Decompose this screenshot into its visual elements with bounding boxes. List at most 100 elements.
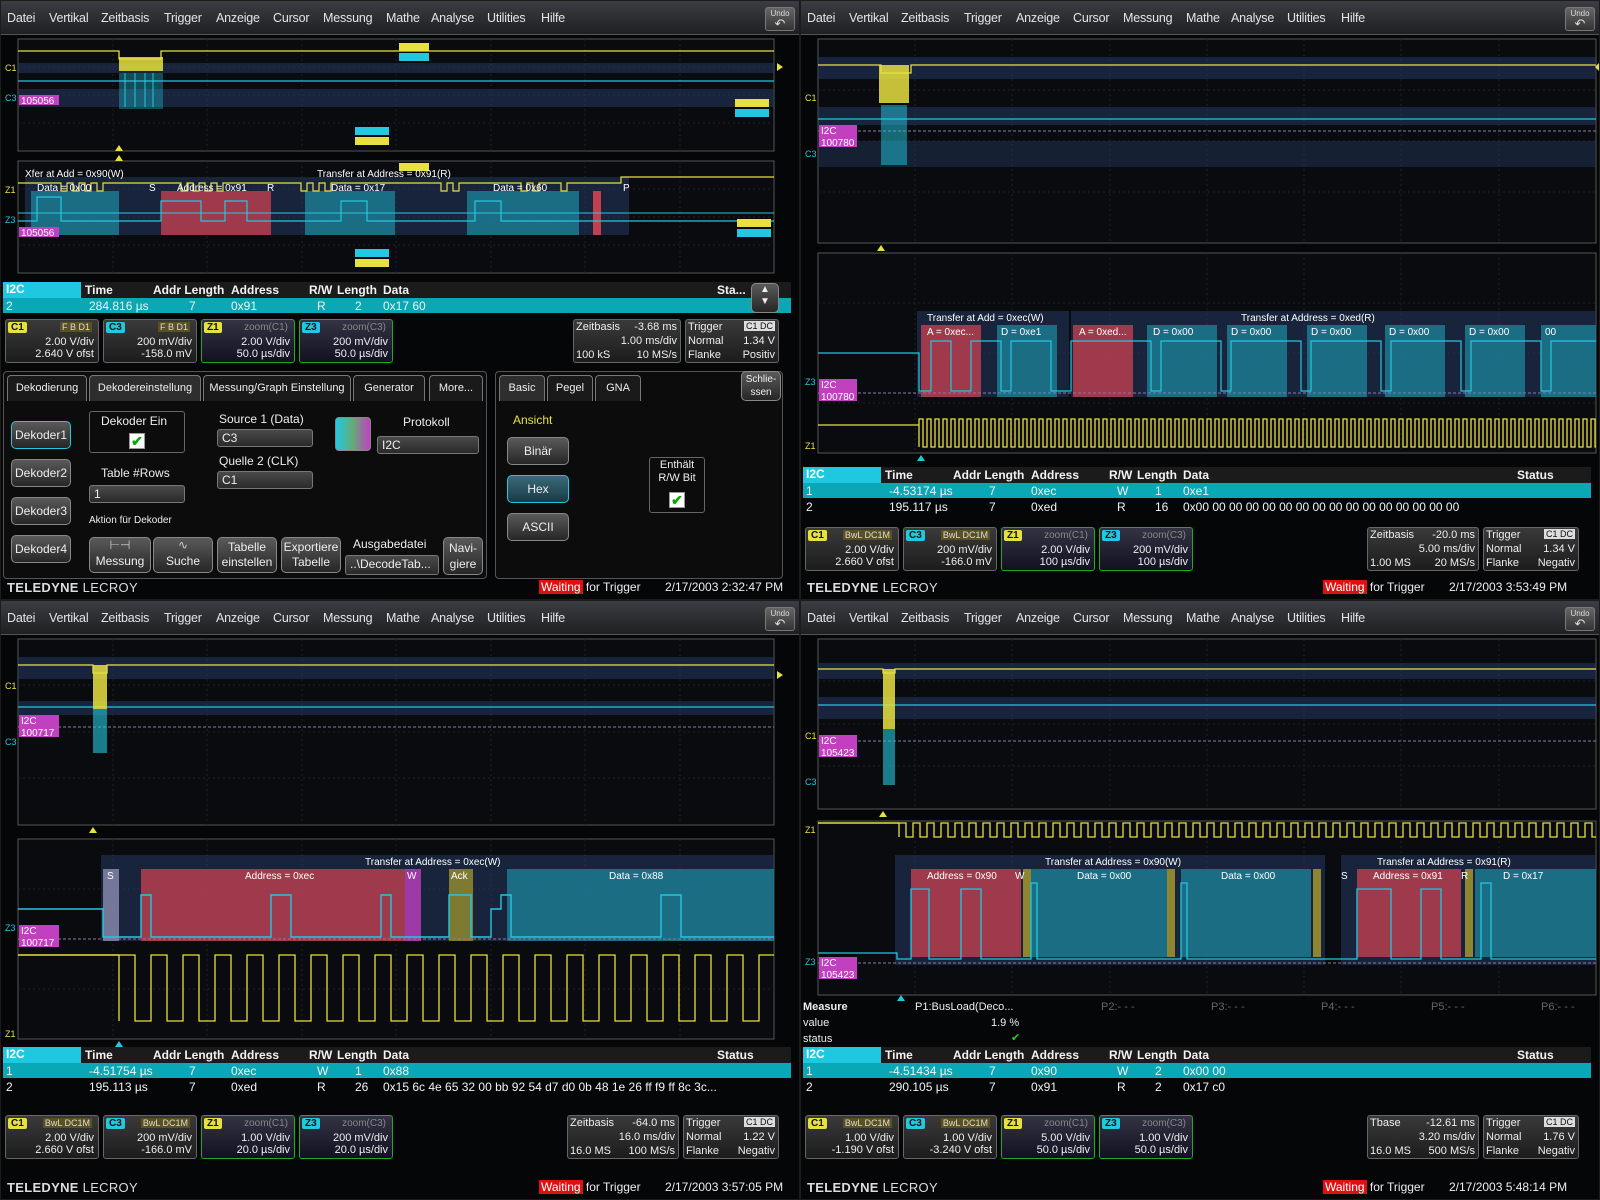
z1-marker: Z1 bbox=[5, 185, 16, 195]
navigate-button[interactable]: Navi-giere bbox=[443, 537, 483, 575]
timebase-box[interactable]: Zeitbasis -3.68 ms 1.00 ms/div 100 kS 10… bbox=[573, 319, 681, 363]
channel-box-0[interactable]: C1 BwL DC1M 2.00 V/div 2.660 V ofst bbox=[5, 1115, 99, 1159]
th-rw: R/W bbox=[309, 283, 333, 297]
scope-pane-bottom-left: Datei Vertikal Zeitbasis Trigger Anzeige Curs… bbox=[0, 600, 800, 1200]
i2c-count-zoom: 100780 bbox=[821, 392, 855, 403]
search-action-button[interactable]: ∿ Suche bbox=[153, 537, 213, 573]
seg-data-1: Data = 0x00 bbox=[1077, 871, 1132, 882]
waveform-display: Transfer at Address = 0x90(W) Transfer a… bbox=[805, 638, 1597, 1001]
timebase-box[interactable]: Tbase -12.61 ms 3.20 ms/div 16.0 MS 500 MS/s bbox=[1367, 1115, 1479, 1159]
channel-box-1[interactable]: C3 F B D1 200 mV/div -158.0 mV bbox=[103, 319, 197, 363]
th-addr_len: Addr Length bbox=[153, 1048, 225, 1062]
trigger-box[interactable]: Trigger C1 DC Normal 1.22 V Flanke Negativ bbox=[683, 1115, 779, 1159]
tab-dekodierung[interactable]: Dekodierung bbox=[7, 375, 87, 401]
table-setup-button[interactable]: Tabelle einstellen bbox=[217, 537, 277, 573]
decoder-4-button[interactable]: Dekoder4 bbox=[11, 535, 71, 563]
p3-measure[interactable]: P3:- - - bbox=[1211, 1001, 1245, 1013]
scope-pane-top-right: Datei Vertikal Zeitbasis Trigger Anzeige Curs… bbox=[800, 0, 1600, 600]
table-rows-field[interactable]: 1 bbox=[89, 485, 185, 503]
channel-box-3[interactable]: Z3 zoom(C3) 1.00 V/div 50.0 µs/div bbox=[1099, 1115, 1193, 1159]
protocol-icon[interactable] bbox=[335, 417, 371, 451]
source1-field[interactable]: C3 bbox=[217, 429, 313, 447]
channel-box-3[interactable]: Z3 zoom(C3) 200 mV/div 50.0 µs/div bbox=[299, 319, 393, 363]
i2c-count-zoom: 105423 bbox=[821, 970, 855, 981]
i2c-count: 100717 bbox=[21, 728, 55, 739]
timestamp: 2/17/2003 3:57:05 PM bbox=[665, 1180, 784, 1194]
channel-box-1[interactable]: C3 BwL DC1M 200 mV/div -166.0 mV bbox=[903, 527, 997, 571]
table-row[interactable]: 1 -4.53174 µs 7 0xec W 1 0xe1 bbox=[803, 483, 1591, 498]
p6-measure[interactable]: P6:- - - bbox=[1541, 1001, 1575, 1013]
channel-box-3[interactable]: Z3 zoom(C3) 200 mV/div 100 µs/div bbox=[1099, 527, 1193, 571]
seg-data-3: D = 0x17 bbox=[1503, 871, 1544, 882]
measure-action-button[interactable]: ⊢⊣ Messung bbox=[89, 537, 151, 573]
seg-d-3: D = 0x00 bbox=[1231, 327, 1272, 338]
decoder-on-checkbox[interactable]: ✔ bbox=[129, 433, 145, 449]
table-row[interactable]: 2 290.105 µs 7 0x91 R 2 0x17 c0 bbox=[803, 1079, 1591, 1094]
source1-label: Source 1 (Data) bbox=[219, 412, 304, 426]
table-row[interactable]: 1 -4.51754 µs 7 0xec W 1 0x88 bbox=[3, 1063, 791, 1078]
binary-view-button[interactable]: Binär bbox=[507, 437, 569, 465]
seg-a-1: A = 0xec... bbox=[927, 327, 974, 338]
decoder-1-button[interactable]: Dekoder1 bbox=[11, 421, 71, 449]
tab-generator[interactable]: Generator bbox=[353, 375, 425, 401]
hex-view-button[interactable]: Hex bbox=[507, 475, 569, 503]
channel-box-2[interactable]: Z1 zoom(C1) 5.00 V/div 50.0 µs/div bbox=[1001, 1115, 1095, 1159]
timestamp: 2/17/2003 5:48:14 PM bbox=[1449, 1180, 1568, 1194]
z3-marker: Z3 bbox=[5, 215, 16, 225]
tab-messung-graph[interactable]: Messung/Graph Einstellung bbox=[203, 375, 351, 401]
channel-box-0[interactable]: C1 BwL DC1M 2.00 V/div 2.660 V ofst bbox=[805, 527, 899, 571]
measure-icon: ⊢⊣ bbox=[109, 538, 131, 552]
table-row[interactable]: 2 195.117 µs 7 0xed R 16 0x00 00 00 00 00 00 0… bbox=[803, 499, 1591, 514]
trigger-box[interactable]: Trigger C1 DC Normal 1.34 V Flanke Negativ bbox=[1483, 527, 1579, 571]
source2-field[interactable]: C1 bbox=[217, 471, 313, 489]
scope-pane-top-left: Datei Vertikal Zeitbasis Trigger Anzeige Curs… bbox=[0, 0, 800, 600]
channel-box-3[interactable]: Z3 zoom(C3) 200 mV/div 20.0 µs/div bbox=[299, 1115, 393, 1159]
decoder-2-button[interactable]: Dekoder2 bbox=[11, 459, 71, 487]
timebase-box[interactable]: Zeitbasis -64.0 ms 16.0 ms/div 16.0 MS 100 M… bbox=[567, 1115, 679, 1159]
tab-more[interactable]: More... bbox=[429, 375, 483, 401]
p4-measure[interactable]: P4:- - - bbox=[1321, 1001, 1355, 1013]
scope-pane-bottom-right: Datei Vertikal Zeitbasis Trigger Anzeige Curs… bbox=[800, 600, 1600, 1200]
tab-basic[interactable]: Basic bbox=[499, 375, 545, 401]
table-scroll-arrows[interactable]: ▲ ▼ bbox=[751, 283, 779, 313]
trigger-box[interactable]: Trigger C1 DC Normal 1.76 V Flanke Negativ bbox=[1483, 1115, 1579, 1159]
tab-gna[interactable]: GNA bbox=[595, 375, 641, 401]
output-file-field[interactable]: ..\DecodeTab... bbox=[345, 555, 439, 575]
seg-d-2: D = 0x00 bbox=[1153, 327, 1194, 338]
trigger-box[interactable]: Trigger C1 DC Normal 1.34 V Flanke Posit… bbox=[685, 319, 779, 363]
channel-box-1[interactable]: C3 BwL DC1M 200 mV/div -166.0 mV bbox=[103, 1115, 197, 1159]
trigger-status: Waiting for Trigger bbox=[539, 1180, 641, 1194]
channel-box-1[interactable]: C3 BwL DC1M 1.00 V/div -3.240 V ofst bbox=[903, 1115, 997, 1159]
table-row[interactable]: 1 -4.51434 µs 7 0x90 W 2 0x00 00 bbox=[803, 1063, 1591, 1078]
protocol-field[interactable]: I2C bbox=[377, 436, 479, 454]
decoder-on-label: Dekoder Ein bbox=[101, 414, 168, 428]
export-table-button[interactable]: Exportiere Tabelle bbox=[281, 537, 341, 573]
table-row[interactable]: 2 195.113 µs 7 0xed R 26 0x15 6c 4e 65 32 00 b… bbox=[3, 1079, 791, 1094]
c3-marker: C3 bbox=[5, 93, 17, 103]
p5-measure[interactable]: P5:- - - bbox=[1431, 1001, 1465, 1013]
seg-d-6: D = 0x00 bbox=[1469, 327, 1510, 338]
decoder-3-button[interactable]: Dekoder3 bbox=[11, 497, 71, 525]
th-addr_len: Addr Length bbox=[953, 468, 1025, 482]
close-button[interactable]: Schlie-ssen bbox=[741, 371, 781, 401]
seg-write: W bbox=[407, 871, 417, 882]
p2-measure[interactable]: P2:- - - bbox=[1101, 1001, 1135, 1013]
p1-measure[interactable]: P1:BusLoad(Deco... bbox=[915, 1001, 1013, 1013]
channel-box-2[interactable]: Z1 zoom(C1) 2.00 V/div 50.0 µs/div bbox=[201, 319, 295, 363]
z1-marker: Z1 bbox=[805, 441, 816, 451]
th-status: Status bbox=[717, 1048, 754, 1062]
tab-dekodereinstellung[interactable]: Dekodereinstellung bbox=[89, 375, 201, 401]
tab-pegel[interactable]: Pegel bbox=[547, 375, 593, 401]
c1-marker: C1 bbox=[805, 93, 817, 103]
channel-box-0[interactable]: C1 BwL DC1M 1.00 V/div -1.190 V ofst bbox=[805, 1115, 899, 1159]
rw-bit-checkbox[interactable]: ✔ bbox=[669, 492, 685, 508]
timebase-box[interactable]: Zeitbasis -20.0 ms 5.00 ms/div 1.00 MS 20 MS… bbox=[1367, 527, 1479, 571]
channel-box-2[interactable]: Z1 zoom(C1) 2.00 V/div 100 µs/div bbox=[1001, 527, 1095, 571]
search-wave-icon: ∿ bbox=[177, 538, 189, 552]
table-row[interactable]: 2 284.816 µs 7 0x91 R 2 0x17 60 bbox=[3, 298, 791, 313]
channel-box-0[interactable]: C1 F B D1 2.00 V/div 2.640 V ofst bbox=[5, 319, 99, 363]
channel-box-2[interactable]: Z1 zoom(C1) 1.00 V/div 20.0 µs/div bbox=[201, 1115, 295, 1159]
i2c-count: 100780 bbox=[821, 138, 855, 149]
th-status: Sta... bbox=[717, 283, 746, 297]
ascii-view-button[interactable]: ASCII bbox=[507, 513, 569, 541]
